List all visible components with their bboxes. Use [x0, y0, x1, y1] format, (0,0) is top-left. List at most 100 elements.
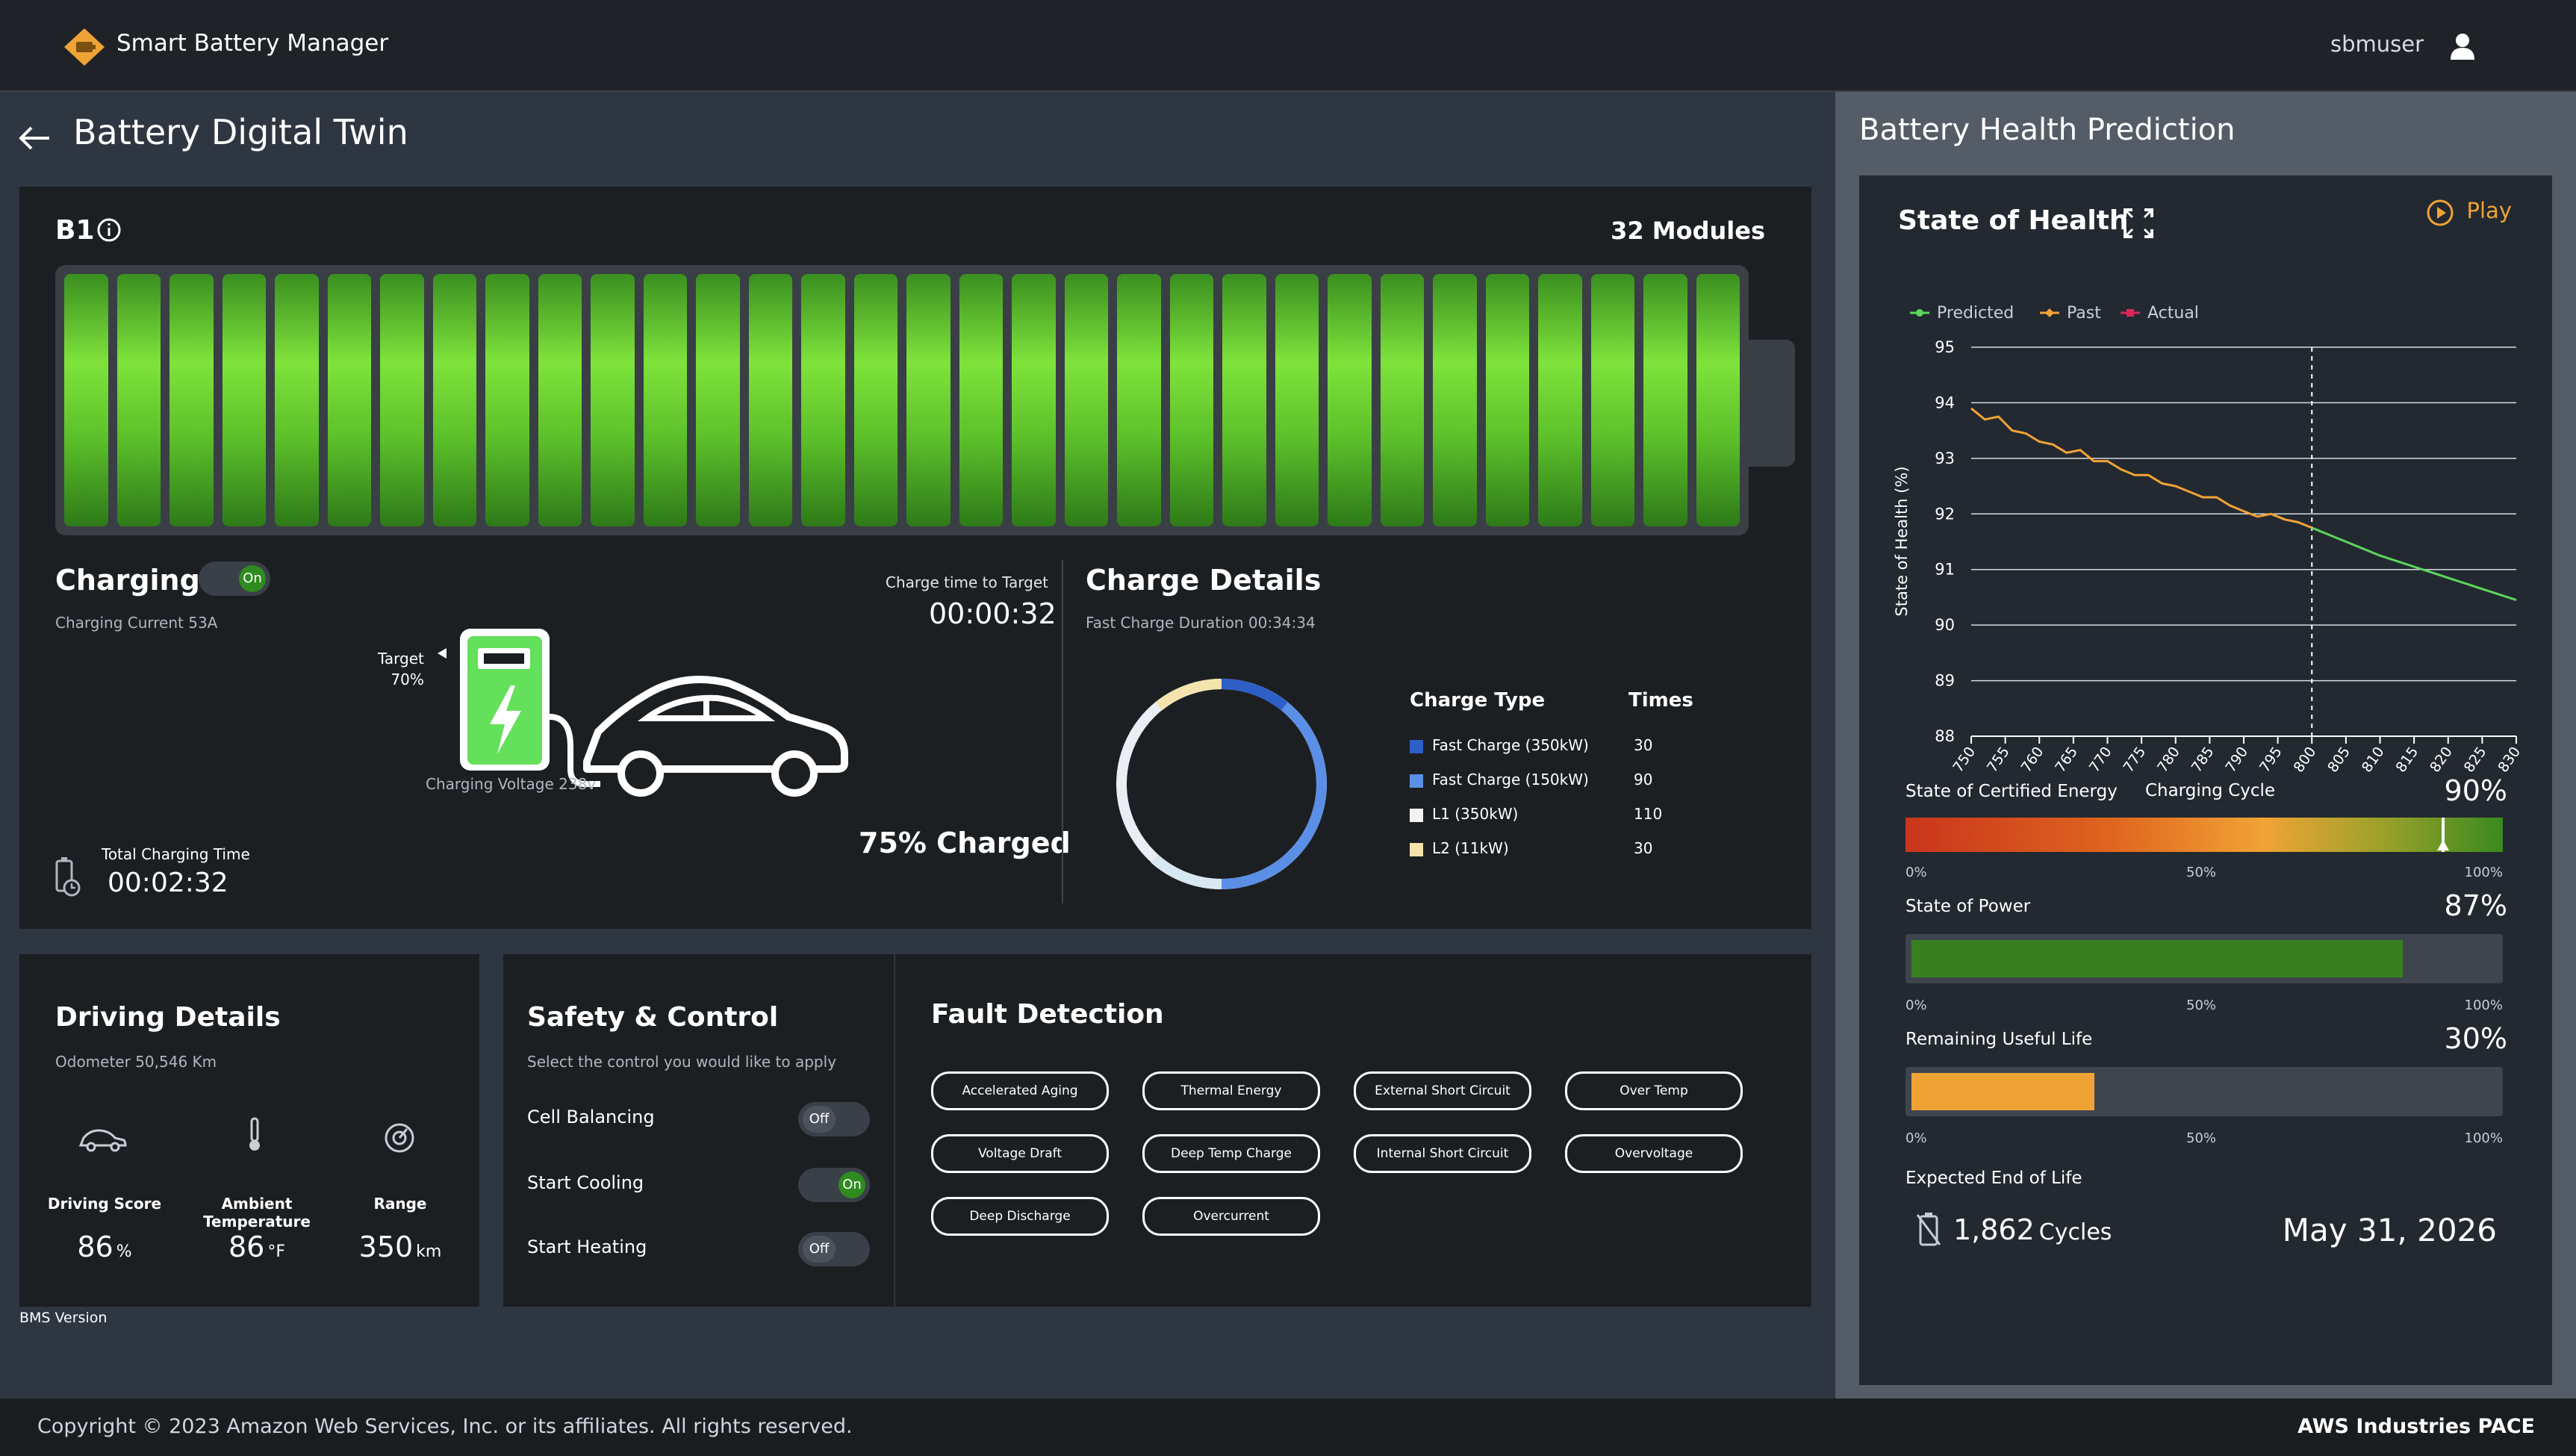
- footer: Copyright © 2023 Amazon Web Services, In…: [0, 1399, 2576, 1456]
- username[interactable]: sbmuser: [2330, 31, 2424, 57]
- battery-cell: [1064, 274, 1108, 526]
- eol-cycles: 1,862 Cycles: [1953, 1213, 2112, 1246]
- modules-count: 32 Modules: [1611, 217, 1765, 245]
- ambient-temperature-label: Ambient Temperature: [203, 1195, 311, 1231]
- charge-type-row: L1 (350kW) 110: [1410, 804, 1723, 824]
- fault-internal-short-circuit[interactable]: Internal Short Circuit: [1354, 1134, 1531, 1173]
- charging-toggle-state: On: [239, 565, 266, 592]
- battery-cell: [643, 274, 687, 526]
- app-title: Smart Battery Manager: [116, 30, 389, 57]
- charge-type-row: Fast Charge (350kW) 30: [1410, 735, 1723, 755]
- back-arrow-icon[interactable]: [16, 124, 52, 152]
- battery-cell: [1643, 274, 1687, 526]
- scale-min: 0%: [1905, 865, 1927, 880]
- battery-health-prediction-title: Battery Health Prediction: [1859, 113, 2236, 147]
- battery-cell: [485, 274, 529, 526]
- fault-deep-temp-charge[interactable]: Deep Temp Charge: [1142, 1134, 1320, 1173]
- fault-detection-title: Fault Detection: [931, 999, 1164, 1030]
- x-tick-label: 770: [2086, 744, 2115, 775]
- battery-cell: [380, 274, 424, 526]
- battery-cell: [275, 274, 319, 526]
- x-tick-label: 780: [2154, 744, 2183, 775]
- eol-date: May 31, 2026: [2282, 1212, 2497, 1248]
- battery-cell: [1433, 274, 1477, 526]
- cell-balancing-toggle[interactable]: Off: [798, 1102, 870, 1136]
- x-tick-label: 790: [2222, 744, 2251, 775]
- fault-deep-discharge[interactable]: Deep Discharge: [931, 1197, 1109, 1236]
- charged-percent: 75% Charged: [859, 827, 1071, 859]
- car-icon: [78, 1129, 127, 1152]
- fault-external-short-circuit[interactable]: External Short Circuit: [1354, 1071, 1531, 1110]
- ambient-temperature-unit: °F: [267, 1242, 285, 1261]
- battery-cells: [64, 274, 1740, 526]
- certified-energy-value: 90%: [2444, 774, 2507, 807]
- fault-over-temp[interactable]: Over Temp: [1565, 1071, 1743, 1110]
- x-tick-label: 800: [2291, 744, 2320, 775]
- charging-current: Charging Current 53A: [55, 614, 218, 632]
- start-heating-label: Start Heating: [527, 1236, 647, 1257]
- state-of-power-bar: [1905, 934, 2503, 983]
- battery-cell: [1117, 274, 1161, 526]
- charge-type-label: L2 (11kW): [1432, 839, 1509, 857]
- y-tick-label: 91: [1935, 561, 1955, 579]
- speedometer-icon: [385, 1123, 414, 1153]
- odometer: Odometer 50,546 Km: [55, 1053, 217, 1071]
- app-logo-icon: [64, 28, 105, 66]
- scale-min: 0%: [1905, 998, 1927, 1013]
- fault-overvoltage[interactable]: Overvoltage: [1565, 1134, 1743, 1173]
- driving-score-number: 86: [77, 1231, 113, 1263]
- charge-details-title: Charge Details: [1086, 564, 1322, 597]
- charging-toggle[interactable]: On: [199, 561, 270, 596]
- battery-cell: [1328, 274, 1372, 526]
- safety-control-panel: Safety & Control Select the control you …: [503, 954, 894, 1307]
- y-tick-label: 90: [1935, 616, 1955, 634]
- scale-mid: 50%: [2186, 865, 2217, 880]
- fault-accelerated-aging[interactable]: Accelerated Aging: [931, 1071, 1109, 1110]
- scale-mid: 50%: [2186, 1130, 2217, 1146]
- battery-cell: [64, 274, 108, 526]
- user-icon[interactable]: [2446, 30, 2479, 63]
- y-tick-label: 94: [1935, 393, 1955, 411]
- expand-icon[interactable]: [2122, 207, 2155, 240]
- legend-actual-marker: [2127, 309, 2134, 317]
- certified-energy-pointer: [2437, 840, 2449, 850]
- start-cooling-state: On: [839, 1172, 865, 1198]
- legend-swatch: [1410, 774, 1423, 788]
- scale-min: 0%: [1905, 1130, 1927, 1146]
- x-tick-label: 825: [2461, 744, 2490, 775]
- driving-details-panel: Driving Details Odometer 50,546 Km Drivi…: [19, 954, 479, 1307]
- state-of-power-fill: [1911, 940, 2404, 977]
- start-cooling-label: Start Cooling: [527, 1172, 644, 1193]
- start-heating-toggle[interactable]: Off: [798, 1232, 870, 1266]
- eol-cycles-unit: Cycles: [2038, 1219, 2112, 1245]
- fault-thermal-energy[interactable]: Thermal Energy: [1142, 1071, 1320, 1110]
- fault-overcurrent[interactable]: Overcurrent: [1142, 1197, 1320, 1236]
- state-of-health-card: State of Health Play Predicted Past Actu…: [1859, 175, 2552, 1385]
- x-tick-label: 775: [2120, 744, 2149, 775]
- charge-time-to-target-label: Charge time to Target: [886, 573, 1048, 591]
- driving-details-title: Driving Details: [55, 1002, 281, 1033]
- legend-swatch: [1410, 842, 1423, 856]
- start-cooling-toggle[interactable]: On: [798, 1168, 870, 1202]
- battery-cell: [1275, 274, 1319, 526]
- battery-cell: [1590, 274, 1634, 526]
- series-predicted-line: [2311, 526, 2517, 602]
- info-icon[interactable]: [96, 217, 122, 243]
- ambient-temperature-number: 86: [228, 1231, 265, 1263]
- play-button[interactable]: Play: [2467, 198, 2512, 223]
- battery-cell: [1012, 274, 1056, 526]
- fault-voltage-draft[interactable]: Voltage Draft: [931, 1134, 1109, 1173]
- driving-score-label: Driving Score: [47, 1195, 162, 1213]
- fast-charge-duration: Fast Charge Duration 00:34:34: [1086, 614, 1316, 632]
- x-tick-label: 785: [2188, 744, 2218, 775]
- charge-type-row: Fast Charge (150kW) 90: [1410, 770, 1723, 789]
- scale-max: 100%: [2464, 865, 2503, 880]
- battery-cell: [696, 274, 740, 526]
- y-tick-label: 92: [1935, 505, 1955, 523]
- play-icon[interactable]: [2425, 198, 2455, 228]
- battery-terminal: [1749, 340, 1795, 467]
- x-tick-label: 810: [2359, 744, 2388, 775]
- battery-cell: [116, 274, 161, 526]
- range-unit: km: [416, 1242, 442, 1261]
- range-value: 350 km: [326, 1231, 475, 1263]
